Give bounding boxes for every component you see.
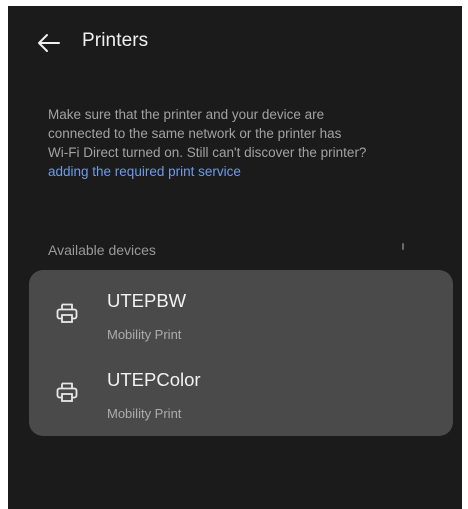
info-line: Make sure that the printer and your devi… bbox=[48, 107, 325, 122]
add-print-service-link[interactable]: adding the required print service bbox=[48, 162, 448, 181]
info-text: Make sure that the printer and your devi… bbox=[48, 105, 448, 181]
device-service: Mobility Print bbox=[107, 327, 182, 342]
printer-icon bbox=[56, 382, 78, 402]
device-item-utepcolor[interactable]: UTEPColor Mobility Print bbox=[29, 369, 453, 441]
info-line: connected to the same network or the pri… bbox=[48, 126, 342, 141]
info-line: Wi-Fi Direct turned on. Still can't disc… bbox=[48, 145, 367, 160]
page-title: Printers bbox=[82, 30, 149, 51]
printer-icon bbox=[56, 303, 78, 323]
printers-screen: Printers Make sure that the printer and … bbox=[8, 6, 462, 509]
device-item-utepbw[interactable]: UTEPBW Mobility Print bbox=[29, 290, 453, 362]
device-name: UTEPColor bbox=[107, 369, 201, 390]
device-list: UTEPBW Mobility Print UTEPColor Mobility… bbox=[29, 270, 453, 436]
available-devices-label: Available devices bbox=[48, 242, 156, 258]
arrow-left-icon bbox=[38, 34, 60, 52]
device-service: Mobility Print bbox=[107, 406, 182, 421]
back-button[interactable] bbox=[34, 28, 64, 58]
device-name: UTEPBW bbox=[107, 290, 187, 311]
top-app-bar: Printers bbox=[8, 6, 462, 76]
scroll-indicator bbox=[402, 243, 404, 250]
